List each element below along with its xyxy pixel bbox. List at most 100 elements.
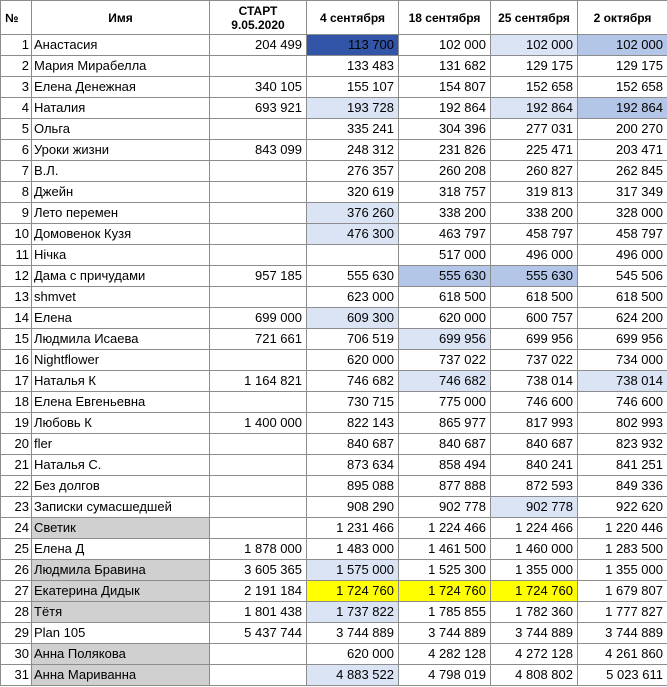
- name-cell[interactable]: Елена: [31, 307, 210, 329]
- name-cell[interactable]: Тётя: [31, 601, 210, 623]
- name-cell[interactable]: Уроки жизни: [31, 139, 210, 161]
- value-cell[interactable]: 822 143: [306, 412, 399, 434]
- value-cell[interactable]: [306, 244, 399, 266]
- row-number-cell[interactable]: 25: [0, 538, 32, 560]
- row-number-cell[interactable]: 29: [0, 622, 32, 644]
- name-cell[interactable]: Домовенок Кузя: [31, 223, 210, 245]
- start-value-cell[interactable]: 1 164 821: [209, 370, 307, 392]
- start-value-cell[interactable]: [209, 202, 307, 224]
- value-cell[interactable]: 463 797: [398, 223, 491, 245]
- start-value-cell[interactable]: 721 661: [209, 328, 307, 350]
- start-value-cell[interactable]: [209, 244, 307, 266]
- start-value-cell[interactable]: [209, 349, 307, 371]
- name-cell[interactable]: Записки сумасшедшей: [31, 496, 210, 518]
- name-cell[interactable]: Анна Мариванна: [31, 664, 210, 686]
- start-value-cell[interactable]: 957 185: [209, 265, 307, 287]
- row-number-cell[interactable]: 1: [0, 34, 32, 56]
- value-cell[interactable]: 609 300: [306, 307, 399, 329]
- value-cell[interactable]: 840 687: [398, 433, 491, 455]
- value-cell[interactable]: 746 600: [490, 391, 578, 413]
- value-cell[interactable]: 318 757: [398, 181, 491, 203]
- value-cell[interactable]: 730 715: [306, 391, 399, 413]
- value-cell[interactable]: 555 630: [398, 265, 491, 287]
- row-number-cell[interactable]: 3: [0, 76, 32, 98]
- value-cell[interactable]: 1 355 000: [490, 559, 578, 581]
- value-cell[interactable]: 3 744 889: [398, 622, 491, 644]
- row-number-cell[interactable]: 19: [0, 412, 32, 434]
- value-cell[interactable]: 154 807: [398, 76, 491, 98]
- name-cell[interactable]: Светик: [31, 517, 210, 539]
- start-value-cell[interactable]: 1 400 000: [209, 412, 307, 434]
- start-value-cell[interactable]: [209, 454, 307, 476]
- value-cell[interactable]: 1 575 000: [306, 559, 399, 581]
- value-cell[interactable]: 1 785 855: [398, 601, 491, 623]
- value-cell[interactable]: 902 778: [398, 496, 491, 518]
- start-value-cell[interactable]: [209, 55, 307, 77]
- value-cell[interactable]: 840 687: [306, 433, 399, 455]
- value-cell[interactable]: 152 658: [577, 76, 667, 98]
- name-cell[interactable]: Дама с причудами: [31, 265, 210, 287]
- start-value-cell[interactable]: [209, 118, 307, 140]
- name-cell[interactable]: Nightflower: [31, 349, 210, 371]
- name-cell[interactable]: Людмила Исаева: [31, 328, 210, 350]
- start-value-cell[interactable]: [209, 160, 307, 182]
- value-cell[interactable]: 1 355 000: [577, 559, 667, 581]
- value-cell[interactable]: 5 023 611: [577, 664, 667, 686]
- start-value-cell[interactable]: 843 099: [209, 139, 307, 161]
- start-value-cell[interactable]: [209, 223, 307, 245]
- value-cell[interactable]: 338 200: [398, 202, 491, 224]
- row-number-cell[interactable]: 9: [0, 202, 32, 224]
- value-cell[interactable]: 248 312: [306, 139, 399, 161]
- name-cell[interactable]: Мария Мирабелла: [31, 55, 210, 77]
- value-cell[interactable]: 129 175: [577, 55, 667, 77]
- value-cell[interactable]: 865 977: [398, 412, 491, 434]
- value-cell[interactable]: 4 272 128: [490, 643, 578, 665]
- name-cell[interactable]: Елена Евгеньевна: [31, 391, 210, 413]
- value-cell[interactable]: 328 000: [577, 202, 667, 224]
- value-cell[interactable]: 737 022: [490, 349, 578, 371]
- row-number-cell[interactable]: 7: [0, 160, 32, 182]
- start-value-cell[interactable]: 699 000: [209, 307, 307, 329]
- value-cell[interactable]: 129 175: [490, 55, 578, 77]
- value-cell[interactable]: 1 724 760: [306, 580, 399, 602]
- start-value-cell[interactable]: [209, 391, 307, 413]
- value-cell[interactable]: 600 757: [490, 307, 578, 329]
- row-number-cell[interactable]: 5: [0, 118, 32, 140]
- value-cell[interactable]: 858 494: [398, 454, 491, 476]
- row-number-cell[interactable]: 8: [0, 181, 32, 203]
- value-cell[interactable]: 1 782 360: [490, 601, 578, 623]
- value-cell[interactable]: 620 000: [306, 349, 399, 371]
- name-cell[interactable]: Любовь К: [31, 412, 210, 434]
- name-cell[interactable]: Екатерина Дидык: [31, 580, 210, 602]
- row-number-cell[interactable]: 6: [0, 139, 32, 161]
- row-number-cell[interactable]: 26: [0, 559, 32, 581]
- value-cell[interactable]: 102 000: [490, 34, 578, 56]
- name-cell[interactable]: shmvet: [31, 286, 210, 308]
- value-cell[interactable]: 317 349: [577, 181, 667, 203]
- value-cell[interactable]: 1 483 000: [306, 538, 399, 560]
- value-cell[interactable]: 4 282 128: [398, 643, 491, 665]
- value-cell[interactable]: 304 396: [398, 118, 491, 140]
- start-value-cell[interactable]: 340 105: [209, 76, 307, 98]
- value-cell[interactable]: 618 500: [490, 286, 578, 308]
- start-value-cell[interactable]: [209, 433, 307, 455]
- value-cell[interactable]: 746 682: [306, 370, 399, 392]
- name-cell[interactable]: Без долгов: [31, 475, 210, 497]
- start-value-cell[interactable]: 693 921: [209, 97, 307, 119]
- value-cell[interactable]: 1 283 500: [577, 538, 667, 560]
- row-number-cell[interactable]: 15: [0, 328, 32, 350]
- value-cell[interactable]: 734 000: [577, 349, 667, 371]
- value-cell[interactable]: 555 630: [490, 265, 578, 287]
- value-cell[interactable]: 1 724 760: [490, 580, 578, 602]
- value-cell[interactable]: 738 014: [577, 370, 667, 392]
- name-cell[interactable]: Ольга: [31, 118, 210, 140]
- value-cell[interactable]: 3 744 889: [490, 622, 578, 644]
- value-cell[interactable]: 840 241: [490, 454, 578, 476]
- value-cell[interactable]: 192 864: [577, 97, 667, 119]
- value-cell[interactable]: 849 336: [577, 475, 667, 497]
- value-cell[interactable]: 1 224 466: [398, 517, 491, 539]
- value-cell[interactable]: 4 883 522: [306, 664, 399, 686]
- value-cell[interactable]: 476 300: [306, 223, 399, 245]
- value-cell[interactable]: 458 797: [577, 223, 667, 245]
- start-value-cell[interactable]: [209, 475, 307, 497]
